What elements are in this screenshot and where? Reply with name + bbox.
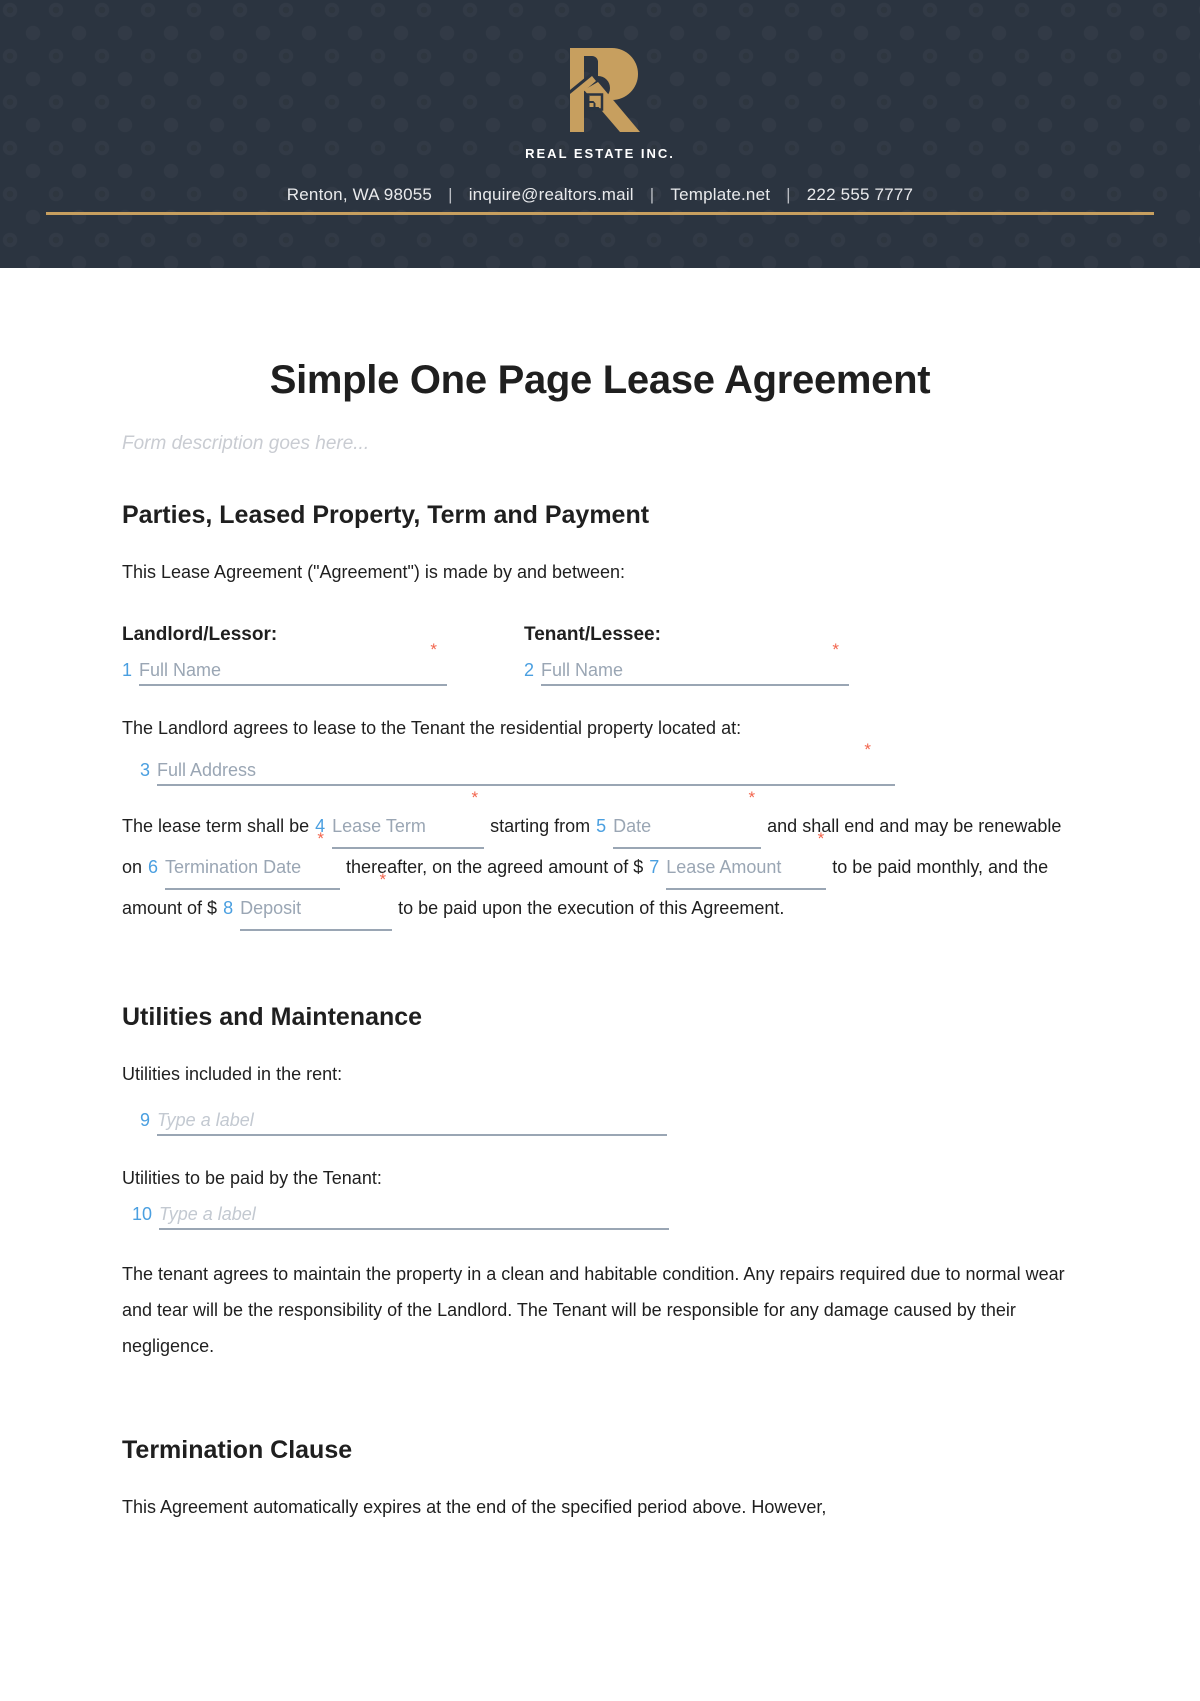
landlord-name-input[interactable]: Full Name: [139, 660, 448, 686]
header-contact-row: Renton, WA 98055 | inquire@realtors.mail…: [287, 185, 913, 205]
contact-separator: |: [448, 185, 453, 204]
field-number: 6: [148, 857, 159, 877]
utilities-tenant-field[interactable]: 10 Type a label: [132, 1204, 670, 1230]
address-field-row: 3 Full Address *: [122, 741, 1078, 786]
brand-name: REAL ESTATE INC.: [525, 146, 675, 161]
required-asterisk: *: [379, 870, 387, 889]
tenant-label: Tenant/Lessee:: [524, 624, 661, 645]
termination-paragraph: This Agreement automatically expires at …: [122, 1497, 827, 1517]
contact-website: Template.net: [670, 185, 771, 204]
maintenance-paragraph: The tenant agrees to maintain the proper…: [122, 1264, 1065, 1356]
party-label-row: Landlord/Lessor: Tenant/Lessee:: [122, 624, 1078, 646]
termination-date-field[interactable]: 6 Termination Date *: [148, 830, 341, 890]
real-estate-r-house-logo-icon: [570, 48, 640, 132]
parties-intro-text: This Lease Agreement ("Agreement") is ma…: [122, 562, 626, 582]
required-asterisk: *: [832, 640, 840, 659]
property-address-field[interactable]: 3 Full Address *: [140, 741, 896, 786]
landlord-label: Landlord/Lessor:: [122, 624, 278, 645]
deposit-field[interactable]: 8 Deposit *: [223, 871, 393, 931]
required-asterisk: *: [317, 829, 325, 848]
lease-term-text-6: to be paid upon the execution of this Ag…: [398, 898, 785, 918]
party-field-row: 1 Full Name * 2 Full Name *: [122, 641, 1078, 686]
document-header-banner: REAL ESTATE INC. Renton, WA 98055 | inqu…: [0, 0, 1200, 268]
contact-phone: 222 555 7777: [806, 185, 914, 204]
utilities-included-label: Utilities included in the rent:: [122, 1064, 343, 1084]
required-asterisk: *: [430, 640, 438, 659]
field-number: 8: [223, 898, 234, 918]
property-intro-text: The Landlord agrees to lease to the Tena…: [122, 718, 742, 738]
field-number: 10: [132, 1204, 153, 1224]
property-address-input[interactable]: Full Address: [157, 760, 896, 786]
required-asterisk: *: [864, 740, 872, 759]
field-number: 9: [140, 1110, 151, 1130]
field-number: 7: [649, 857, 660, 877]
utilities-tenant-label: Utilities to be paid by the Tenant:: [122, 1168, 382, 1188]
section-heading-utilities: Utilities and Maintenance: [122, 1003, 423, 1031]
termination-date-input[interactable]: Termination Date: [165, 849, 341, 890]
required-asterisk: *: [748, 788, 756, 807]
page-title: Simple One Page Lease Agreement: [269, 358, 931, 402]
utilities-included-row: 9 Type a label: [122, 1110, 1078, 1136]
section-heading-parties: Parties, Leased Property, Term and Payme…: [122, 501, 650, 529]
tenant-name-field[interactable]: 2 Full Name *: [524, 641, 850, 686]
deposit-input[interactable]: Deposit: [240, 890, 393, 931]
lease-term-paragraph: The lease term shall be 4 Lease Term * start…: [122, 789, 1078, 931]
section-heading-termination: Termination Clause: [122, 1436, 353, 1464]
start-date-field[interactable]: 5 Date *: [596, 789, 762, 849]
lease-term-text-1: The lease term shall be: [122, 816, 310, 836]
field-number: 3: [140, 760, 151, 780]
utilities-tenant-input[interactable]: Type a label: [159, 1204, 670, 1230]
lease-term-input[interactable]: Lease Term: [332, 808, 485, 849]
lease-amount-input[interactable]: Lease Amount: [666, 849, 827, 890]
field-number: 2: [524, 660, 535, 680]
utilities-included-input[interactable]: Type a label: [157, 1110, 668, 1136]
contact-email: inquire@realtors.mail: [468, 185, 634, 204]
form-description: Form description goes here...: [122, 433, 370, 454]
utilities-tenant-row: 10 Type a label: [122, 1204, 1078, 1230]
document-body: Simple One Page Lease Agreement Form des…: [0, 268, 1200, 1525]
lease-term-field[interactable]: 4 Lease Term *: [315, 789, 485, 849]
utilities-included-field[interactable]: 9 Type a label: [140, 1110, 668, 1136]
header-gold-divider: [46, 212, 1154, 215]
contact-address: Renton, WA 98055: [286, 185, 433, 204]
contact-separator: |: [649, 185, 655, 204]
lease-amount-field[interactable]: 7 Lease Amount *: [649, 830, 827, 890]
required-asterisk: *: [817, 829, 825, 848]
start-date-input[interactable]: Date: [613, 808, 762, 849]
field-number: 1: [122, 660, 133, 680]
field-number: 5: [596, 816, 607, 836]
contact-separator: |: [786, 185, 791, 204]
required-asterisk: *: [471, 788, 479, 807]
lease-term-text-2: starting from: [490, 816, 591, 836]
tenant-name-input[interactable]: Full Name: [541, 660, 850, 686]
lease-term-text-4: thereafter, on the agreed amount of $: [346, 857, 644, 877]
landlord-name-field[interactable]: 1 Full Name *: [122, 641, 448, 686]
